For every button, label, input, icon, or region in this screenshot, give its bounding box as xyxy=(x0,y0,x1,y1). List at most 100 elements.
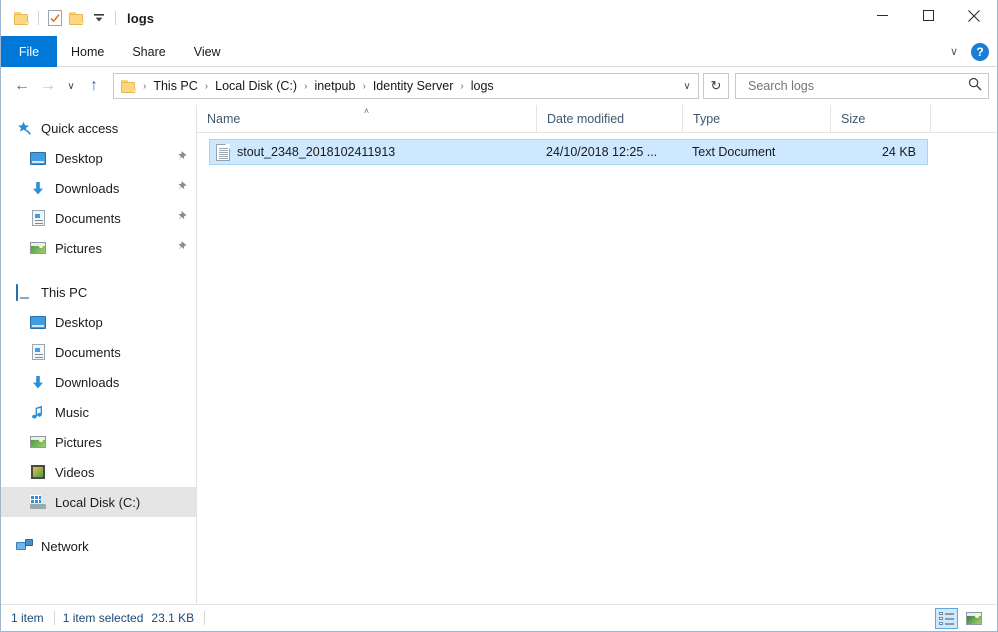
column-header-name-label: Name xyxy=(207,111,241,126)
explorer-body: Quick access Desktop Downloads Documents… xyxy=(1,105,997,610)
folder-icon[interactable] xyxy=(11,7,33,29)
tab-share[interactable]: Share xyxy=(118,36,179,67)
close-button[interactable] xyxy=(951,0,997,31)
nav-header-this-pc[interactable]: This PC xyxy=(1,277,196,307)
sidebar-item-label: Downloads xyxy=(55,374,120,390)
download-arrow-icon xyxy=(29,374,47,390)
new-folder-icon[interactable] xyxy=(66,7,88,29)
status-divider xyxy=(53,611,55,625)
sidebar-item-label: Documents xyxy=(55,344,121,360)
column-header-size[interactable]: Size xyxy=(831,105,931,132)
file-date-cell: 24/10/2018 12:25 ... xyxy=(546,145,658,159)
breadcrumb-folder-icon[interactable] xyxy=(120,79,140,93)
column-header-date-modified-label: Date modified xyxy=(547,111,625,126)
tab-home[interactable]: Home xyxy=(57,36,118,67)
title-bar: logs xyxy=(1,0,997,36)
navigation-pane[interactable]: Quick access Desktop Downloads Documents… xyxy=(1,105,197,610)
nav-header-this-pc-label: This PC xyxy=(41,284,88,300)
sidebar-item-videos[interactable]: Videos xyxy=(1,457,196,487)
sidebar-item-local-disk-c[interactable]: Local Disk (C:) xyxy=(1,487,196,517)
refresh-button[interactable]: ↻ xyxy=(703,73,729,99)
breadcrumb-separator-1[interactable]: › xyxy=(202,81,211,92)
tab-file[interactable]: File xyxy=(1,36,57,67)
breadcrumb-bar[interactable]: › This PC › Local Disk (C:) › inetpub › … xyxy=(113,73,699,99)
sidebar-item-documents[interactable]: Documents xyxy=(1,337,196,367)
breadcrumb-separator-0[interactable]: › xyxy=(140,81,149,92)
column-header-date-modified[interactable]: Date modified xyxy=(537,105,683,132)
search-box[interactable] xyxy=(735,73,989,99)
column-header-row: ˄ Name Date modified Type Size xyxy=(197,105,997,133)
maximize-button[interactable] xyxy=(905,0,951,31)
breadcrumb-separator-3[interactable]: › xyxy=(359,81,368,92)
details-view-button[interactable] xyxy=(935,607,958,629)
video-icon xyxy=(29,464,47,480)
large-icons-view-button[interactable] xyxy=(962,608,985,629)
breadcrumb-item-logs[interactable]: logs xyxy=(467,77,498,95)
column-header-type[interactable]: Type xyxy=(683,105,831,132)
breadcrumb-dropdown-icon[interactable]: ∨ xyxy=(678,75,696,97)
sort-ascending-icon: ˄ xyxy=(363,106,370,116)
large-icons-view-icon xyxy=(965,611,982,625)
breadcrumb-item-local-disk[interactable]: Local Disk (C:) xyxy=(211,77,301,95)
breadcrumb-separator-4[interactable]: › xyxy=(457,81,466,92)
disk-drive-icon xyxy=(29,494,47,510)
sidebar-item-pictures[interactable]: Pictures xyxy=(1,427,196,457)
sidebar-item-label: Pictures xyxy=(55,434,102,450)
window-controls xyxy=(859,0,997,31)
forward-button[interactable]: → xyxy=(35,73,61,99)
back-button[interactable]: ← xyxy=(9,73,35,99)
sidebar-item-label: Desktop xyxy=(55,314,103,330)
file-size-cell: 24 KB xyxy=(881,145,916,159)
sidebar-item-pictures-quick[interactable]: Pictures xyxy=(1,233,196,263)
sidebar-item-label: Downloads xyxy=(55,180,120,196)
sidebar-item-desktop-quick[interactable]: Desktop xyxy=(1,143,196,173)
music-note-icon xyxy=(29,404,47,420)
breadcrumb-item-this-pc[interactable]: This PC xyxy=(149,77,201,95)
file-explorer-window: logs File Home Share View ∨ ? ← → ∨ ↑ › … xyxy=(0,0,998,632)
picture-icon xyxy=(29,240,47,256)
sidebar-item-label: Music xyxy=(55,404,89,420)
properties-icon[interactable] xyxy=(44,7,66,29)
column-header-type-label: Type xyxy=(693,111,721,126)
ribbon-right-controls: ∨ ? xyxy=(947,36,989,67)
sidebar-item-downloads-quick[interactable]: Downloads xyxy=(1,173,196,203)
sidebar-item-label: Local Disk (C:) xyxy=(55,494,141,510)
download-arrow-icon xyxy=(29,180,47,196)
column-header-name[interactable]: ˄ Name xyxy=(197,105,537,132)
chevron-down-icon[interactable]: ∨ xyxy=(947,45,961,59)
breadcrumb-item-inetpub[interactable]: inetpub xyxy=(310,77,359,95)
recent-locations-button[interactable]: ∨ xyxy=(61,73,81,99)
file-rows: stout_2348_2018102411913 24/10/2018 12:2… xyxy=(197,139,997,165)
breadcrumb-item-identity-server[interactable]: Identity Server xyxy=(369,77,458,95)
file-name-cell[interactable]: stout_2348_2018102411913 xyxy=(210,143,538,161)
customize-dropdown-icon[interactable] xyxy=(88,7,110,29)
up-button[interactable]: ↑ xyxy=(81,73,107,99)
search-input[interactable] xyxy=(746,78,968,94)
search-icon[interactable] xyxy=(968,77,982,96)
help-icon[interactable]: ? xyxy=(971,42,989,61)
address-bar: ← → ∨ ↑ › This PC › Local Disk (C:) › in… xyxy=(1,67,997,105)
document-icon xyxy=(29,344,47,360)
sidebar-item-label: Desktop xyxy=(55,150,103,166)
quick-access-toolbar xyxy=(11,7,121,29)
sidebar-item-documents-quick[interactable]: Documents xyxy=(1,203,196,233)
view-buttons xyxy=(935,607,991,629)
sidebar-item-desktop[interactable]: Desktop xyxy=(1,307,196,337)
tab-view[interactable]: View xyxy=(180,36,235,67)
table-row[interactable]: stout_2348_2018102411913 24/10/2018 12:2… xyxy=(209,139,928,165)
sidebar-item-label: Pictures xyxy=(55,240,102,256)
sidebar-item-network[interactable]: Network xyxy=(1,531,196,561)
network-icon xyxy=(15,538,33,554)
status-item-count: 1 item xyxy=(11,611,44,625)
nav-group-gap-2 xyxy=(1,517,196,531)
nav-header-quick-access[interactable]: Quick access xyxy=(1,113,196,143)
minimize-button[interactable] xyxy=(859,0,905,31)
monitor-icon xyxy=(29,314,47,330)
file-list-pane[interactable]: ˄ Name Date modified Type Size stout_234… xyxy=(197,105,997,610)
sidebar-item-label: Documents xyxy=(55,210,121,226)
window-title: logs xyxy=(127,10,155,26)
sidebar-item-music[interactable]: Music xyxy=(1,397,196,427)
monitor-icon xyxy=(29,150,47,166)
breadcrumb-separator-2[interactable]: › xyxy=(301,81,310,92)
sidebar-item-downloads[interactable]: Downloads xyxy=(1,367,196,397)
